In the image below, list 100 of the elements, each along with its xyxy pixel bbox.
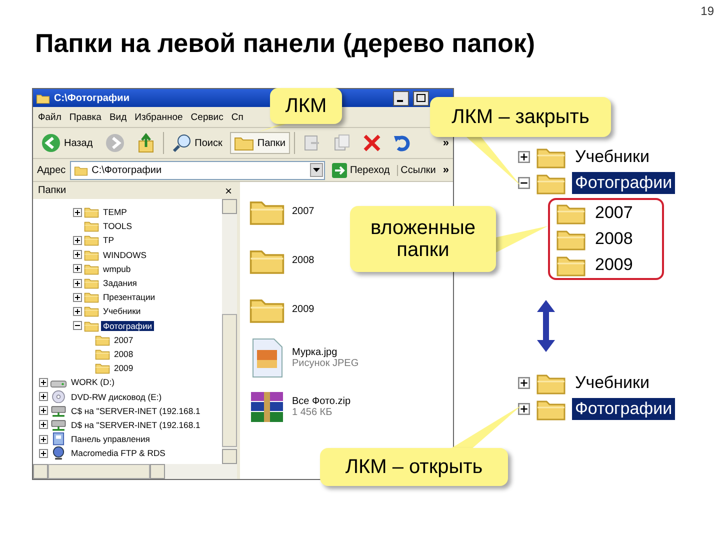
scrollbar[interactable] [222,199,237,464]
links-button[interactable]: Ссылки [396,164,439,176]
double-arrow-icon [537,300,555,352]
expand-icon[interactable] [39,406,48,416]
control-panel-icon [50,432,67,446]
forward-icon [104,133,125,153]
callout: ЛКМ – открыть [320,448,508,486]
tree-item[interactable]: Панель управления [69,434,152,444]
expand-icon[interactable] [73,250,82,260]
tree-item[interactable]: 2008 [112,348,136,359]
copy-icon [332,134,350,152]
tree-item[interactable]: C$ на "SERVER-INET (192.168.1 [69,406,202,416]
disc-drive-icon [50,390,67,404]
pane-title: Папки [38,185,66,196]
address-field[interactable]: C:\Фотографии [70,160,325,180]
folder-label[interactable]: Учебники [572,372,652,394]
tree-item[interactable]: DVD-RW дисковод (E:) [69,392,164,402]
tree-item[interactable]: Презентации [101,292,158,302]
maximize-button[interactable] [413,90,429,106]
folder-icon [36,92,50,104]
folder-icon [74,164,88,176]
folder-icon [84,206,99,218]
file-name[interactable]: Мурка.jpg [292,347,359,358]
search-icon [172,133,192,153]
expand-icon[interactable] [73,208,82,217]
collapse-icon[interactable] [518,177,530,189]
tree-item[interactable]: Учебники [101,306,143,316]
folder-icon [95,362,110,374]
expand-icon[interactable] [73,264,82,274]
expand-icon[interactable] [73,292,82,302]
file-name[interactable]: 2009 [292,304,314,314]
expand-icon[interactable] [73,306,82,316]
expand-icon[interactable] [73,236,82,245]
file-name[interactable]: Все Фото.zip [292,396,351,407]
expand-icon[interactable] [39,448,48,458]
menu-item[interactable]: Сервис [190,112,224,122]
globe-icon [50,446,67,460]
tree-item[interactable]: 2007 [112,334,136,345]
menu-item[interactable]: Вид [109,112,127,122]
tree-item[interactable]: TOOLS [101,221,134,232]
tree-item[interactable]: D$ на "SERVER-INET (192.168.1 [69,420,202,430]
collapse-icon[interactable] [73,321,82,330]
expand-icon[interactable] [518,377,530,389]
folder-icon [95,334,110,346]
callout: вложенные папки [350,206,496,272]
tree-item[interactable]: TP [101,235,116,246]
expand-icon[interactable] [73,278,82,288]
tree-item[interactable]: Задания [101,278,139,288]
file-name[interactable]: 2008 [292,254,314,266]
move-icon [302,134,320,152]
folder-label[interactable]: Фотографии [572,172,676,194]
tree-item[interactable]: WINDOWS [101,250,148,260]
tree-item[interactable]: 2009 [112,363,136,374]
folder-icon [84,320,99,332]
folder-icon [84,234,99,246]
file-details: Рисунок JPEG [292,358,359,369]
toolbar-button[interactable]: Поиск [168,132,226,154]
close-button[interactable]: × [224,184,232,198]
file-details: 1 456 КБ [292,407,334,418]
expand-icon[interactable] [39,392,48,402]
dropdown-icon[interactable] [310,163,323,177]
undo-icon [392,134,410,152]
scrollbar[interactable] [33,464,237,479]
menu-item[interactable]: Правка [69,112,102,122]
tree-item[interactable]: wmpub [101,264,133,274]
expand-icon[interactable] [518,403,530,415]
menu-item[interactable]: Избранное [134,112,183,122]
expand-icon[interactable] [518,151,530,163]
network-drive-icon [50,418,67,432]
tree-item[interactable]: TEMP [101,207,129,218]
tree-item[interactable]: WORK (D:) [69,377,116,388]
toolbar-button[interactable]: Папки [230,132,290,154]
more-button[interactable]: » [442,137,449,149]
folder-label[interactable]: 2009 [592,254,636,276]
tree-item[interactable]: Macromedia FTP & RDS [69,448,168,458]
menu-item[interactable]: Сп [231,112,244,122]
go-button[interactable]: Переход [328,162,393,178]
back-icon [41,133,61,153]
network-drive-icon [50,404,67,418]
folder-icon [84,248,99,261]
expand-icon[interactable] [39,434,48,444]
folder-label[interactable]: 2007 [592,202,636,224]
more-button[interactable]: » [442,164,449,176]
slide-title: Папки на левой панели (дерево папок) [35,28,536,58]
minimize-button[interactable] [393,90,409,106]
folder-icon [95,348,110,360]
toolbar-button[interactable]: Назад [37,132,97,154]
up-folder-icon [136,133,155,153]
folder-label[interactable]: Фотографии [572,398,676,420]
address-label: Адрес [37,164,66,176]
menu-item[interactable]: Файл [38,112,62,122]
expand-icon[interactable] [39,378,48,387]
go-arrow-icon [332,162,347,178]
window-title: C:\Фотографии [54,92,130,104]
expand-icon[interactable] [39,420,48,430]
folder-icon [234,135,254,151]
folder-label[interactable]: 2008 [592,228,636,250]
tree-item[interactable]: Фотографии [101,320,154,331]
folder-label[interactable]: Учебники [572,146,652,168]
file-name[interactable]: 2007 [292,206,314,216]
